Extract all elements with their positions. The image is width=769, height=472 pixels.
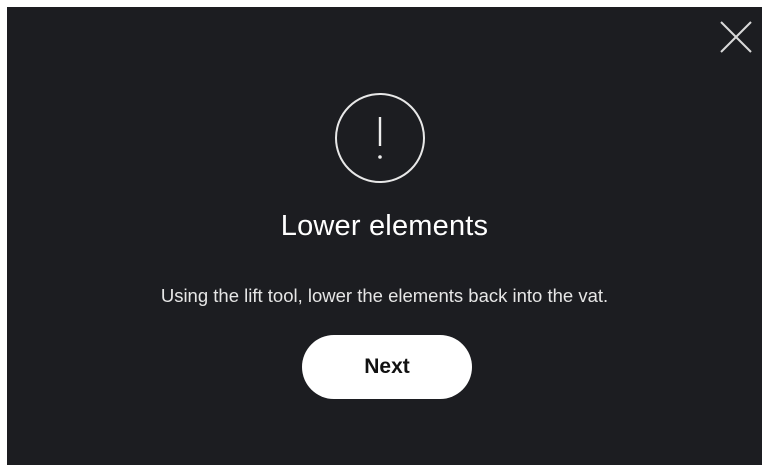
close-icon <box>720 21 752 53</box>
close-button[interactable] <box>716 17 756 57</box>
dialog-title: Lower elements <box>280 210 489 242</box>
dialog-panel: Lower elements Using the lift tool, lowe… <box>7 7 762 465</box>
exclamation-icon <box>378 117 382 159</box>
dialog-message: Using the lift tool, lower the elements … <box>160 285 609 306</box>
next-button[interactable]: Next <box>302 335 472 399</box>
alert-circle <box>335 93 425 183</box>
